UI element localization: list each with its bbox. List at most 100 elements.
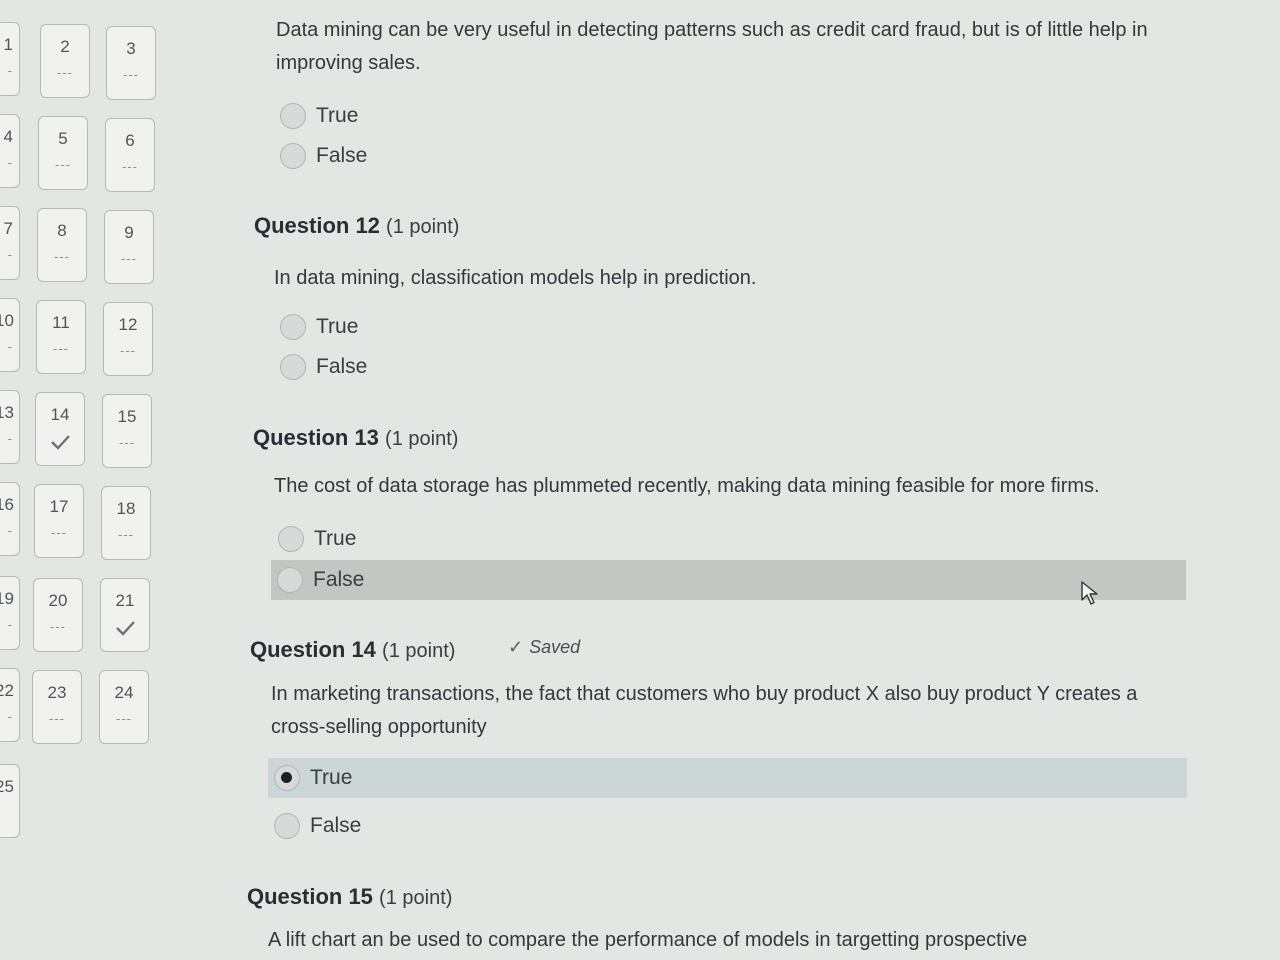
nav-tile-14[interactable]: 14 xyxy=(35,392,85,466)
saved-label: Saved xyxy=(529,637,581,657)
check-icon xyxy=(36,433,84,451)
question-11-option-false[interactable]: False xyxy=(274,136,574,176)
nav-tile-status: --- xyxy=(57,65,73,80)
question-13-option-true[interactable]: True xyxy=(272,519,572,559)
nav-tile-25[interactable]: 25 xyxy=(0,764,20,838)
nav-tile-status: --- xyxy=(119,435,135,450)
option-label: True xyxy=(314,527,357,550)
nav-tile-number: 6 xyxy=(125,131,135,150)
nav-tile-number: 15 xyxy=(117,407,137,426)
nav-tile-number: 10 xyxy=(0,311,14,330)
nav-tile-number: 9 xyxy=(124,223,134,242)
nav-tile-5[interactable]: 5 --- xyxy=(38,116,88,190)
nav-tile-3[interactable]: 3 --- xyxy=(106,26,156,100)
question-number: Question 13 xyxy=(253,425,379,450)
nav-tile-status: --- xyxy=(49,711,65,726)
nav-tile-22[interactable]: 22- xyxy=(0,668,20,742)
question-15-text: A lift chart an be used to compare the p… xyxy=(268,929,1028,951)
question-12-heading: Question 12 (1 point) xyxy=(254,213,459,239)
question-14-option-true[interactable]: True xyxy=(268,758,1187,798)
nav-tile-status: --- xyxy=(50,619,66,634)
nav-tile-number: 17 xyxy=(49,497,69,516)
nav-tile-number: 1 xyxy=(3,35,13,54)
option-label: True xyxy=(316,104,359,127)
nav-tile-20[interactable]: 20 --- xyxy=(33,578,83,652)
nav-tile-15[interactable]: 15 --- xyxy=(102,394,152,468)
nav-tile-status: --- xyxy=(122,159,138,174)
nav-tile-number: 5 xyxy=(58,129,68,148)
nav-tile-status: --- xyxy=(51,525,67,540)
nav-tile-number: 25 xyxy=(0,777,14,796)
nav-tile-number: 12 xyxy=(118,315,138,334)
nav-tile-number: 19 xyxy=(0,589,14,608)
question-13-heading: Question 13 (1 point) xyxy=(253,425,458,451)
nav-tile-24[interactable]: 24 --- xyxy=(99,670,149,744)
nav-tile-status: --- xyxy=(116,711,132,726)
question-11-text: Data mining can be very useful in detect… xyxy=(276,19,1148,74)
nav-tile-8[interactable]: 8 --- xyxy=(37,208,87,282)
nav-tile-number: 16 xyxy=(0,495,14,514)
nav-tile-number: 22 xyxy=(0,681,14,700)
nav-tile-17[interactable]: 17 --- xyxy=(34,484,84,558)
option-label: False xyxy=(316,144,368,167)
nav-tile-status: --- xyxy=(54,249,70,264)
radio-button[interactable] xyxy=(280,103,306,129)
question-12-text: In data mining, classification models he… xyxy=(274,267,757,289)
question-14-option-false[interactable]: False xyxy=(268,806,568,846)
question-number: Question 12 xyxy=(254,213,380,238)
radio-button[interactable] xyxy=(277,567,303,593)
question-11-option-true[interactable]: True xyxy=(274,96,574,136)
radio-button[interactable] xyxy=(280,143,306,169)
option-label: False xyxy=(313,568,365,591)
nav-tile-number: 23 xyxy=(47,683,67,702)
option-label: False xyxy=(316,355,368,378)
question-12-option-true[interactable]: True xyxy=(274,307,574,347)
nav-tile-number: 20 xyxy=(48,591,68,610)
radio-button[interactable] xyxy=(278,526,304,552)
option-label: True xyxy=(316,315,359,338)
nav-tile-23[interactable]: 23 --- xyxy=(32,670,82,744)
question-13-text: The cost of data storage has plummeted r… xyxy=(274,475,1100,497)
question-points: (1 point) xyxy=(379,887,453,909)
nav-tile-number: 24 xyxy=(114,683,134,702)
nav-tile-status: --- xyxy=(53,341,69,356)
nav-tile-6[interactable]: 6 --- xyxy=(105,118,155,192)
question-number: Question 15 xyxy=(247,884,373,909)
nav-tile-status: --- xyxy=(120,343,136,358)
nav-tile-number: 3 xyxy=(126,39,136,58)
check-icon: ✓ xyxy=(508,637,524,657)
question-15-heading: Question 15 (1 point) xyxy=(247,884,452,910)
radio-button[interactable] xyxy=(274,813,300,839)
radio-button-selected[interactable] xyxy=(274,765,300,791)
nav-tile-19[interactable]: 19- xyxy=(0,576,20,650)
question-12-option-false[interactable]: False xyxy=(274,347,574,387)
saved-indicator: ✓ Saved xyxy=(508,637,580,658)
nav-tile-12[interactable]: 12 --- xyxy=(103,302,153,376)
nav-tile-18[interactable]: 18 --- xyxy=(101,486,151,560)
question-points: (1 point) xyxy=(386,216,460,238)
question-points: (1 point) xyxy=(385,428,459,450)
nav-tile-13[interactable]: 13- xyxy=(0,390,20,464)
nav-tile-number: 18 xyxy=(116,499,136,518)
nav-tile-status: --- xyxy=(118,527,134,542)
nav-tile-21[interactable]: 21 xyxy=(100,578,150,652)
question-points: (1 point) xyxy=(382,640,456,662)
nav-tile-status: --- xyxy=(121,251,137,266)
nav-tile-1[interactable]: 1- xyxy=(0,22,20,96)
nav-tile-4[interactable]: 4- xyxy=(0,114,20,188)
option-label: True xyxy=(310,766,353,789)
nav-tile-2[interactable]: 2 --- xyxy=(40,24,90,98)
question-13-option-false[interactable]: False xyxy=(271,560,1186,600)
nav-tile-7[interactable]: 7- xyxy=(0,206,20,280)
question-14-text: In marketing transactions, the fact that… xyxy=(271,683,1138,738)
radio-button[interactable] xyxy=(280,354,306,380)
nav-tile-number: 21 xyxy=(115,591,135,610)
nav-tile-9[interactable]: 9 --- xyxy=(104,210,154,284)
radio-button[interactable] xyxy=(280,314,306,340)
mouse-pointer-icon xyxy=(1080,580,1100,611)
nav-tile-10[interactable]: 10- xyxy=(0,298,20,372)
nav-tile-11[interactable]: 11 --- xyxy=(36,300,86,374)
nav-tile-16[interactable]: 16- xyxy=(0,482,20,556)
nav-tile-number: 11 xyxy=(52,313,70,332)
question-number: Question 14 xyxy=(250,637,376,662)
